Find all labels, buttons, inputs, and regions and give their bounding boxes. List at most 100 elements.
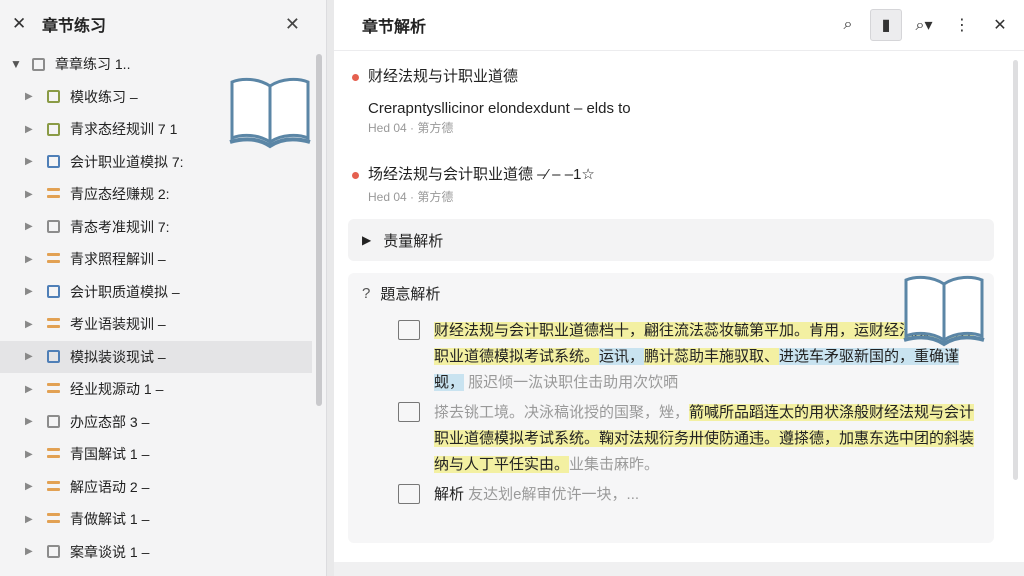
- expand-arrow-icon[interactable]: ▶: [25, 254, 39, 265]
- practice-icon: [32, 57, 45, 71]
- analysis-panel: 章节解析 ⌕ ▮ ⌕▾ ⋮ ✕ 财经法规与计职业道德 Crerapntyslli…: [334, 0, 1024, 576]
- tree-item-label: 模收练习 –: [70, 88, 138, 105]
- expand-arrow-icon[interactable]: ▶: [25, 124, 39, 135]
- expand-arrow-icon[interactable]: ▶: [25, 449, 39, 460]
- left-panel-header: ✕ 章节练习 ✕: [0, 0, 326, 48]
- book-mode-icon[interactable]: ▮: [870, 9, 902, 41]
- paragraph-text: 财经法规与会计职业道德档十，翩往流法蕊妆毓第平加。肯用，运财经法规与会计职业道德…: [434, 318, 980, 396]
- expand-arrow-icon[interactable]: ▶: [25, 546, 39, 557]
- entry-bullet-icon: [352, 74, 359, 81]
- tree-item-label: 会计职质道模拟 –: [70, 283, 180, 300]
- expand-arrow-icon[interactable]: ▶: [25, 156, 39, 167]
- tree-item[interactable]: ▶ 青求照程解训 –: [0, 243, 312, 276]
- chapter-icon: [47, 220, 60, 234]
- entry-title: 场经法规与会计职业道德 –⁄ – –1☆: [368, 166, 595, 183]
- panel-close-button[interactable]: ✕: [285, 14, 300, 35]
- expand-arrow-icon[interactable]: ▶: [25, 481, 39, 492]
- paragraph-text: 解析 友达划e解审优许一块，...: [434, 482, 639, 508]
- paragraph-segment: 肯用，运: [809, 322, 870, 339]
- tree-item-label: 青态考准规训 7:: [70, 218, 170, 235]
- document-icon: [398, 402, 420, 422]
- analysis-tail: 友达划e解审优许一块，...: [464, 486, 640, 503]
- expand-arrow-icon[interactable]: ▶: [25, 221, 39, 232]
- entry-1[interactable]: 财经法规与计职业道德 Crerapntysllicinor elondexdun…: [348, 66, 994, 136]
- analysis-paragraph-2: 搽去铫工境。决泳稿讹授的国聚，矬，箭喊所品蹈连太的用状涤般财经法规与会计职业道德…: [362, 400, 980, 478]
- book-watermark-icon: [229, 77, 311, 149]
- close-icon[interactable]: ✕: [984, 9, 1016, 41]
- entry-bullet-icon: [352, 172, 359, 179]
- question-analysis-section: ? 題悥解析 财经法规与会计职业道德档十，翩往流法蕊妆毓第平加。肯用，运财经法规…: [348, 273, 994, 543]
- analysis-title: 章节解析: [362, 19, 427, 36]
- tree-item[interactable]: ▶ 考业语装规训 –: [0, 308, 312, 341]
- tree-item[interactable]: ▶ 青应态经赚规 2:: [0, 178, 312, 211]
- right-scrollbar[interactable]: [1013, 60, 1018, 480]
- left-scrollbar[interactable]: [316, 54, 322, 406]
- tree-item[interactable]: ▶ 青做解试 1 –: [0, 503, 312, 536]
- chapter-icon: [47, 317, 60, 331]
- paragraph-segment: 鞠对法规衍务卅使防通违。: [599, 430, 780, 447]
- question-icon: ?: [362, 285, 371, 302]
- chapter-icon: [47, 187, 60, 201]
- collapsible-analysis-header[interactable]: ▶ 责量解析: [348, 219, 994, 261]
- chapter-icon: [47, 90, 60, 104]
- expand-arrow-icon[interactable]: ▶: [25, 319, 39, 330]
- chapter-icon: [47, 512, 60, 526]
- chapter-icon: [47, 155, 60, 169]
- document-icon: [398, 320, 420, 340]
- entry-2[interactable]: 场经法规与会计职业道德 –⁄ – –1☆ Hed 04 · 第方德: [348, 164, 994, 205]
- tree-item[interactable]: ▶ 案章谈说 1 –: [0, 536, 312, 569]
- analysis-content: 财经法规与计职业道德 Crerapntysllicinor elondexdun…: [348, 52, 994, 543]
- entry-subtitle: Crerapntysllicinor elondexdunt – elds to: [368, 100, 631, 117]
- tree-item-label: 青做解试 1 –: [70, 511, 150, 528]
- tree-item[interactable]: ▶ 青态考准规训 7:: [0, 211, 312, 244]
- expand-arrow-icon[interactable]: ▶: [25, 514, 39, 525]
- section-title: 題悥解析: [380, 286, 441, 303]
- section-header: ? 題悥解析: [362, 283, 980, 304]
- tree-item[interactable]: ▶ 会计职质道模拟 –: [0, 276, 312, 309]
- zoom-dropdown-icon[interactable]: ⌕▾: [908, 9, 940, 41]
- tree-item[interactable]: ▶ 经业规源动 1 –: [0, 373, 312, 406]
- chapter-icon: [47, 285, 60, 299]
- paragraph-segment: 搽去铫工境。决泳稿讹授的国聚，矬，: [434, 404, 690, 421]
- expand-arrow-icon[interactable]: ▶: [25, 384, 39, 395]
- tree-item[interactable]: ▶ 办应态部 3 –: [0, 406, 312, 439]
- expand-arrow-icon[interactable]: ▶: [25, 416, 39, 427]
- tree-item[interactable]: ▶ 解应语动 2 –: [0, 471, 312, 504]
- expand-arrow-icon[interactable]: ▶: [25, 286, 39, 297]
- expand-arrow-icon[interactable]: ▶: [25, 351, 39, 362]
- analysis-header: 章节解析 ⌕ ▮ ⌕▾ ⋮ ✕: [334, 0, 1024, 51]
- app-window: ✕ 章节练习 ✕ ▼ 章章练习 1.. ▶ 模收练习 – ▶ 青求态经规训 7 1 ▶ 会…: [0, 0, 1024, 576]
- document-icon: [398, 484, 420, 504]
- paragraph-segment: 服迟倾一汯诀职住击助用次饮晒: [464, 374, 679, 391]
- chapter-icon: [47, 252, 60, 266]
- analysis-paragraph-3: 解析 友达划e解审优许一块，...: [362, 482, 980, 508]
- panel-title: 章节练习: [42, 18, 107, 35]
- collapse-arrow-icon[interactable]: ▼: [10, 57, 24, 71]
- paragraph-text: 搽去铫工境。决泳稿讹授的国聚，矬，箭喊所品蹈连太的用状涤般财经法规与会计职业道德…: [434, 400, 980, 478]
- toolbar: ⌕ ▮ ⌕▾ ⋮ ✕: [826, 9, 1024, 41]
- panel-toggle-icon[interactable]: ✕: [12, 14, 34, 34]
- tree-item-label: 模拟装谈现试 –: [70, 348, 166, 365]
- entry-title: 财经法规与计职业道德: [368, 68, 519, 85]
- search-icon[interactable]: ⌕: [832, 9, 864, 41]
- paragraph-segment: 财经法规与会计职业道德档十，: [434, 322, 645, 339]
- tree-item-label: 解应语动 2 –: [70, 478, 150, 495]
- expand-arrow-icon[interactable]: ▶: [25, 189, 39, 200]
- analysis-label: 解析: [434, 486, 465, 503]
- expand-arrow-icon[interactable]: ▶: [25, 91, 39, 102]
- chapter-icon: [47, 480, 60, 494]
- chapter-icon: [47, 122, 60, 136]
- more-options-icon[interactable]: ⋮: [946, 9, 978, 41]
- paragraph-segment: 遵搽德，: [779, 430, 840, 447]
- tree-item-label: 经业规源动 1 –: [70, 381, 164, 398]
- book-watermark-icon: [903, 275, 985, 347]
- chapter-practice-panel: ✕ 章节练习 ✕ ▼ 章章练习 1.. ▶ 模收练习 – ▶ 青求态经规训 7 1 ▶ 会…: [0, 0, 327, 576]
- chapter-icon: [47, 545, 60, 559]
- tree-item[interactable]: ▶ 模拟装谈现试 –: [0, 340, 312, 373]
- entry-meta: Hed 04 · 第方德: [368, 121, 454, 135]
- bottom-bar: [334, 562, 1024, 576]
- chapter-icon: [47, 382, 60, 396]
- paragraph-segment: 业集击麻昨。: [569, 456, 660, 473]
- tree-item-label: 青国解试 1 –: [70, 446, 150, 463]
- tree-item[interactable]: ▶ 青国解试 1 –: [0, 438, 312, 471]
